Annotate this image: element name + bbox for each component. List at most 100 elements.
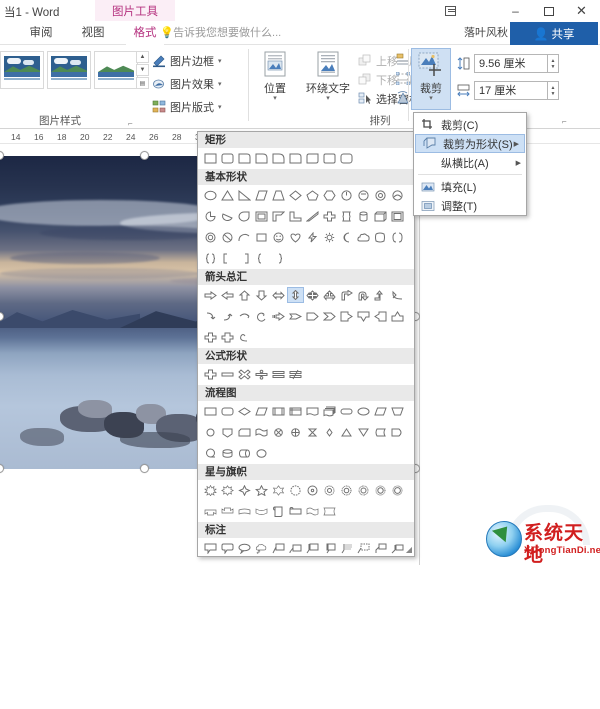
shape-wave-1[interactable] (372, 229, 389, 245)
shape-arc[interactable] (236, 229, 253, 245)
more-styles-icon[interactable]: ▤ (136, 77, 149, 89)
shape-width-spinner[interactable]: ▲▼ (548, 81, 559, 100)
shapes-row-flowchart-3[interactable] (198, 443, 414, 464)
shapes-row-stars-2[interactable] (198, 501, 414, 522)
shape-plaque[interactable] (338, 208, 355, 224)
shape-smiley[interactable] (270, 229, 287, 245)
shape-rect-round-diag[interactable] (338, 150, 355, 166)
shape-cube[interactable] (372, 208, 389, 224)
ribbon-display-options-icon[interactable] (435, 0, 465, 22)
shape-ribbon-curve-2[interactable] (253, 503, 270, 519)
shape-flow-manual-op[interactable] (389, 403, 406, 419)
shape-cross[interactable] (321, 208, 338, 224)
shape-flow-merge[interactable] (355, 424, 372, 440)
shape-callout-line-accent-bar[interactable] (304, 540, 321, 556)
shape-height-input[interactable]: 9.56 厘米 (474, 54, 548, 73)
shape-arrow-right[interactable] (202, 287, 219, 303)
shape-arrow-uturn[interactable] (355, 287, 372, 303)
shape-flow-summing[interactable] (270, 424, 287, 440)
shape-arrow-bent[interactable] (338, 287, 355, 303)
shape-star-8[interactable] (304, 482, 321, 498)
shape-bracket-square[interactable] (219, 250, 236, 266)
shape-plus[interactable] (202, 366, 219, 382)
shape-arrow-curved-down[interactable] (236, 308, 253, 324)
menu-item-aspect-ratio[interactable]: 纵横比(A) ▶ (414, 153, 526, 172)
shape-pentagon[interactable] (304, 187, 321, 203)
shape-flow-punched-tape[interactable] (253, 424, 270, 440)
shape-flow-delay[interactable] (389, 424, 406, 440)
shape-callout-rect[interactable] (202, 540, 219, 556)
position-button[interactable]: 位置 ▾ (252, 49, 298, 102)
shape-star-10[interactable] (321, 482, 338, 498)
shape-callout-line-2[interactable] (287, 540, 304, 556)
share-button[interactable]: 👤 共享 (510, 22, 598, 45)
shape-explosion-1[interactable] (202, 482, 219, 498)
shape-pentagon-arrow[interactable] (304, 308, 321, 324)
minimize-button[interactable]: – (499, 0, 532, 22)
shape-star-4[interactable] (236, 482, 253, 498)
shape-callout-cloud[interactable] (253, 540, 270, 556)
shape-arrow-curved-up[interactable] (219, 308, 236, 324)
shape-flow-internal[interactable] (287, 403, 304, 419)
shape-width-input[interactable]: 17 厘米 (474, 81, 548, 100)
shape-callout-bent-accent[interactable] (389, 540, 406, 556)
shape-multiply[interactable] (236, 366, 253, 382)
shape-triangle[interactable] (219, 187, 236, 203)
shape-flow-connector[interactable] (202, 424, 219, 440)
shape-quad-callout[interactable] (219, 329, 236, 345)
shape-star-12[interactable] (338, 482, 355, 498)
shape-rect-rounded-1[interactable] (219, 150, 236, 166)
crop-to-shape-gallery[interactable]: 矩形 基本形状 (197, 131, 415, 557)
shape-arrow-tri[interactable] (321, 287, 338, 303)
shape-rect-snip-same[interactable] (287, 150, 304, 166)
size-dialog-launcher[interactable]: ⌐ (562, 117, 567, 126)
chevron-down-icon[interactable]: ▾ (302, 95, 354, 102)
shape-rect-round-same[interactable] (321, 150, 338, 166)
shape-wave-flag[interactable] (304, 503, 321, 519)
shape-flow-multidoc[interactable] (321, 403, 338, 419)
picture-style-thumb[interactable] (47, 51, 91, 89)
scroll-down-icon[interactable]: ▼ (136, 64, 149, 76)
selection-handle-bottom-center[interactable] (140, 464, 149, 473)
shape-equal[interactable] (270, 366, 287, 382)
shape-height-spinner[interactable]: ▲▼ (548, 54, 559, 73)
menu-item-crop[interactable]: 裁剪(C) (414, 115, 526, 134)
shape-arrow-bent-up[interactable] (372, 287, 389, 303)
shapes-row-basic-3[interactable] (198, 227, 414, 248)
shape-brace-right[interactable] (270, 250, 287, 266)
shape-arrow-notched[interactable] (287, 308, 304, 324)
chevron-down-icon[interactable]: ▾ (218, 57, 222, 65)
shape-arrow-quad[interactable] (304, 287, 321, 303)
shape-donut[interactable] (202, 229, 219, 245)
shape-flow-alternate[interactable] (219, 403, 236, 419)
shape-flow-preparation[interactable] (355, 403, 372, 419)
shape-callout-round-rect[interactable] (219, 540, 236, 556)
account-name[interactable]: 落叶风秋 (464, 24, 508, 40)
shape-L-shape[interactable] (287, 208, 304, 224)
shape-flow-offpage[interactable] (219, 424, 236, 440)
shape-decagon[interactable] (372, 187, 389, 203)
shape-block-arc[interactable] (253, 229, 270, 245)
shape-right-triangle[interactable] (236, 187, 253, 203)
shape-heart[interactable] (287, 229, 304, 245)
shape-circular-arrow[interactable] (253, 308, 270, 324)
shape-parallelogram[interactable] (253, 187, 270, 203)
shape-rect-snip-diag[interactable] (304, 150, 321, 166)
shape-oval[interactable] (202, 187, 219, 203)
shape-star-24[interactable] (372, 482, 389, 498)
picture-style-thumb[interactable] (0, 51, 44, 89)
shapes-row-basic-4[interactable] (198, 248, 414, 269)
shape-callout-bent-line[interactable] (372, 540, 389, 556)
shape-diagonal-stripe[interactable] (304, 208, 321, 224)
shape-callout-oval[interactable] (236, 540, 253, 556)
menu-item-fill[interactable]: 填充(L) (414, 177, 526, 196)
chevron-down-icon[interactable]: ▾ (218, 103, 222, 111)
shape-sun[interactable] (321, 229, 338, 245)
picture-border-button[interactable]: 图片边框 ▾ (152, 53, 222, 69)
shape-no-symbol[interactable] (219, 229, 236, 245)
shape-cloud[interactable] (355, 229, 372, 245)
shape-minus[interactable] (219, 366, 236, 382)
tell-me-box[interactable]: 💡 告诉我您想要做什么... (160, 22, 281, 45)
shape-callout-no-border[interactable] (355, 540, 372, 556)
shape-scroll-horizontal[interactable] (287, 503, 304, 519)
